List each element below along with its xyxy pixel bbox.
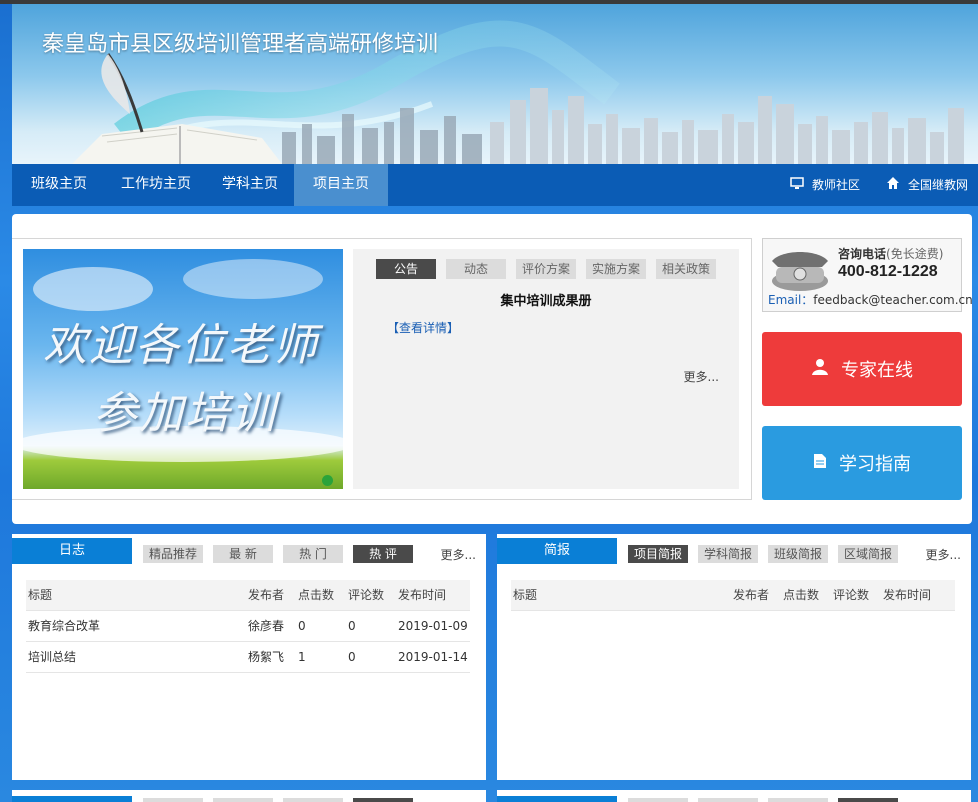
document-icon	[813, 453, 827, 474]
lower-tab-partial	[698, 798, 758, 802]
journal-table: 标题 发布者 点击数 评论数 发布时间 教育综合改革 徐彦春 0 0 2019-…	[26, 580, 470, 673]
tab-region-briefing[interactable]: 区域简报	[838, 545, 898, 563]
tab-project-briefing[interactable]: 项目简报	[628, 545, 688, 563]
contact-box: 咨询电话(免长途费) 400-812-1228 Email：feedback@t…	[762, 238, 973, 312]
lower-tab-partial	[768, 798, 828, 802]
briefing-more-link[interactable]: 更多...	[926, 546, 961, 563]
row-author[interactable]: 徐彦春	[248, 611, 284, 641]
lower-tab-partial	[628, 798, 688, 802]
contact-email: Email：feedback@teacher.com.cn	[768, 291, 973, 308]
user-icon	[811, 358, 829, 381]
tab-subject-briefing[interactable]: 学科简报	[698, 545, 758, 563]
tab-latest[interactable]: 最 新	[213, 545, 273, 563]
site-title: 秦皇岛市县区级培训管理者高端研修培训	[42, 32, 439, 57]
col-title: 标题	[513, 588, 538, 602]
tab-featured[interactable]: 精品推荐	[143, 545, 203, 563]
study-guide-button[interactable]: 学习指南	[762, 426, 962, 500]
briefing-panel: 简报 项目简报 学科简报 班级简报 区域简报 更多... 标题 发布者 点击数 …	[497, 534, 971, 780]
nav-project-home[interactable]: 项目主页	[294, 164, 388, 206]
tab-announcement[interactable]: 公告	[376, 259, 436, 279]
teacher-community-link[interactable]: 教师社区	[790, 176, 860, 194]
notice-more-link[interactable]: 更多...	[684, 368, 719, 385]
nav-subject-home[interactable]: 学科主页	[206, 164, 294, 206]
tab-hot-comments[interactable]: 热 评	[353, 545, 413, 563]
expert-online-label: 专家在线	[841, 360, 913, 381]
journal-title: 日志	[12, 538, 132, 564]
row-title[interactable]: 教育综合改革	[28, 611, 100, 641]
table-header: 标题 发布者 点击数 评论数 发布时间	[511, 580, 955, 611]
view-details-link[interactable]: 【查看详情】	[387, 319, 459, 336]
hotline-label-text: 咨询电话	[838, 247, 887, 261]
lower-tab-partial	[143, 798, 203, 802]
tab-hot[interactable]: 热 门	[283, 545, 343, 563]
tab-class-briefing[interactable]: 班级简报	[768, 545, 828, 563]
notice-board: 公告 动态 评价方案 实施方案 相关政策 集中培训成果册 【查看详情】 更多..…	[353, 249, 739, 489]
lower-tab-partial	[838, 798, 898, 802]
col-date: 发布时间	[883, 588, 932, 602]
journal-more-link[interactable]: 更多...	[441, 546, 476, 563]
col-comments: 评论数	[833, 588, 870, 602]
lower-right-title-partial	[497, 796, 617, 802]
col-clicks: 点击数	[783, 588, 820, 602]
briefing-title: 简报	[497, 538, 617, 564]
lower-tab-partial	[353, 798, 413, 802]
briefing-header: 简报 项目简报 学科简报 班级简报 区域简报 更多...	[497, 534, 971, 566]
row-date: 2019-01-14	[398, 650, 468, 664]
row-comments: 0	[348, 619, 356, 633]
national-edu-link[interactable]: 全国继教网	[886, 176, 968, 194]
col-author: 发布者	[733, 588, 770, 602]
teacher-community-label: 教师社区	[812, 178, 861, 192]
hotline-number: 400-812-1228	[838, 263, 938, 280]
journal-header: 日志 精品推荐 最 新 热 门 热 评 更多...	[12, 534, 486, 566]
tab-related-policy[interactable]: 相关政策	[656, 259, 716, 279]
hotline-note: (免长途费)	[886, 247, 944, 261]
tab-news[interactable]: 动态	[446, 259, 506, 279]
tab-evaluation-plan[interactable]: 评价方案	[516, 259, 576, 279]
row-author[interactable]: 杨絮飞	[248, 642, 284, 672]
study-guide-label: 学习指南	[839, 454, 911, 475]
nav-class-home[interactable]: 班级主页	[12, 164, 106, 206]
monitor-icon	[790, 176, 804, 195]
nav-workshop-home[interactable]: 工作坊主页	[106, 164, 206, 206]
row-clicks: 0	[298, 619, 306, 633]
table-row: 培训总结 杨絮飞 1 0 2019-01-14	[26, 642, 470, 673]
national-edu-label: 全国继教网	[908, 178, 969, 192]
col-clicks: 点击数	[298, 588, 335, 602]
briefing-table: 标题 发布者 点击数 评论数 发布时间	[511, 580, 955, 611]
tab-implementation-plan[interactable]: 实施方案	[586, 259, 646, 279]
lower-tab-partial	[213, 798, 273, 802]
row-comments: 0	[348, 650, 356, 664]
home-icon	[886, 176, 900, 195]
col-date: 发布时间	[398, 588, 447, 602]
journal-panel: 日志 精品推荐 最 新 热 门 热 评 更多... 标题 发布者 点击数 评论数…	[12, 534, 486, 780]
main-nav: 班级主页 工作坊主页 学科主页 项目主页 教师社区 全国继教网	[12, 164, 978, 206]
col-comments: 评论数	[348, 588, 385, 602]
table-row: 教育综合改革 徐彦春 0 0 2019-01-09	[26, 611, 470, 642]
col-title: 标题	[28, 588, 53, 602]
notice-title[interactable]: 集中培训成果册	[353, 290, 739, 309]
email-address[interactable]: feedback@teacher.com.cn	[813, 293, 972, 307]
lower-left-title-partial	[12, 796, 132, 802]
telephone-icon	[772, 252, 828, 291]
lower-tab-partial	[283, 798, 343, 802]
row-title[interactable]: 培训总结	[28, 642, 76, 672]
welcome-line-1: 欢迎各位老师	[43, 320, 319, 371]
row-clicks: 1	[298, 650, 306, 664]
table-header: 标题 发布者 点击数 评论数 发布时间	[26, 580, 470, 611]
hotline-label: 咨询电话(免长途费)	[838, 245, 943, 262]
expert-online-button[interactable]: 专家在线	[762, 332, 962, 406]
col-author: 发布者	[248, 588, 285, 602]
welcome-carousel[interactable]: 欢迎各位老师 参加培训	[23, 249, 343, 489]
row-date: 2019-01-09	[398, 619, 468, 633]
main-panel: 欢迎各位老师 参加培训 公告 动态 评价方案 实施方案 相关政策 集中培训成果册…	[12, 214, 973, 524]
welcome-line-2: 参加培训	[93, 388, 277, 439]
carousel-dot[interactable]	[322, 475, 333, 486]
email-label: Email：	[768, 293, 814, 307]
site-banner: 秦皇岛市县区级培训管理者高端研修培训	[12, 4, 978, 164]
